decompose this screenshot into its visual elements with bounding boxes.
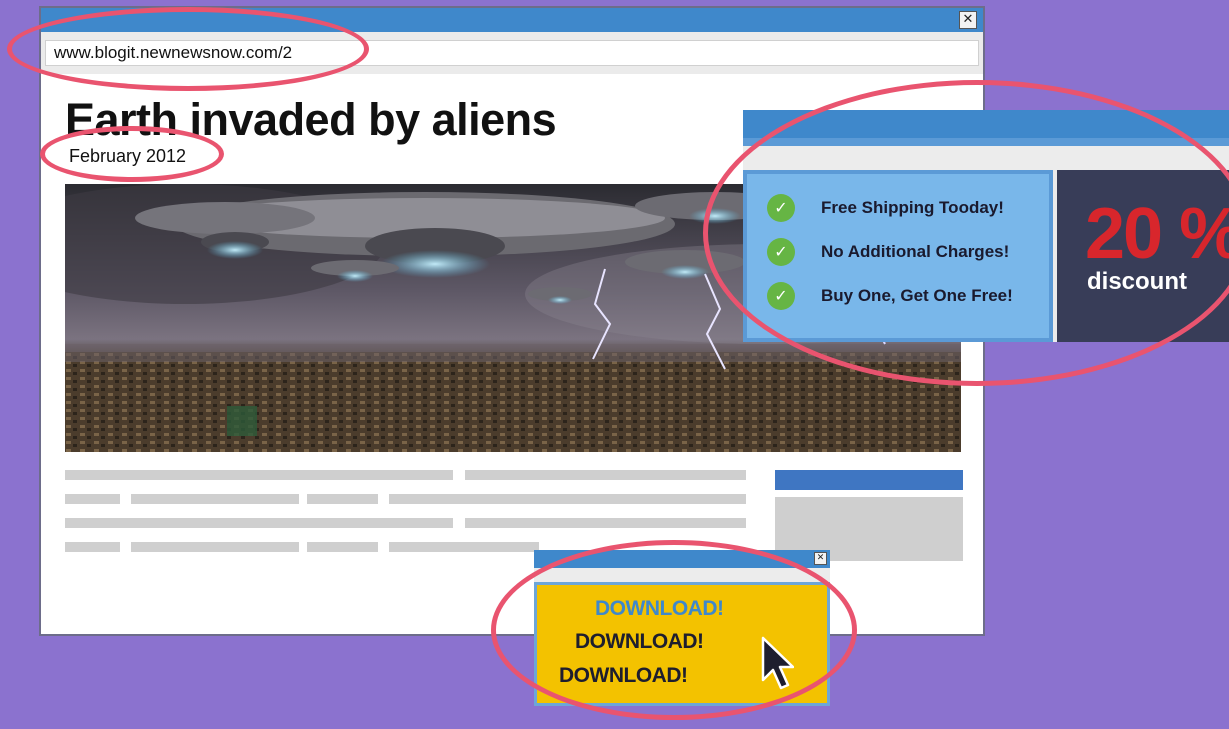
placeholder-text-line [389, 494, 746, 504]
highlight-ring-ad [703, 80, 1229, 386]
sidebar-header [775, 470, 963, 490]
highlight-ring-download [491, 540, 857, 720]
highlight-ring-date [40, 126, 224, 182]
placeholder-text-line [307, 542, 378, 552]
placeholder-text-line [65, 518, 453, 528]
close-icon[interactable]: ✕ [814, 552, 827, 565]
placeholder-text-line [465, 470, 746, 480]
placeholder-text-line [389, 542, 539, 552]
placeholder-text-line [65, 494, 120, 504]
close-icon[interactable]: ✕ [959, 11, 977, 29]
placeholder-text-line [131, 494, 299, 504]
placeholder-text-line [131, 542, 299, 552]
placeholder-text-line [65, 542, 120, 552]
placeholder-text-line [465, 518, 746, 528]
highlight-ring-url [7, 7, 369, 91]
placeholder-text-line [65, 470, 453, 480]
placeholder-text-line [307, 494, 378, 504]
